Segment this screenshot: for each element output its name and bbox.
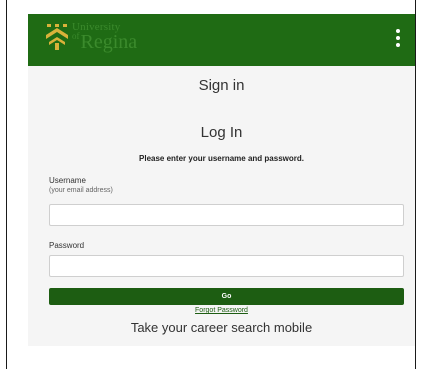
logo-line2: ofRegina: [72, 31, 138, 53]
logo-regina: Regina: [80, 31, 138, 53]
menu-dot: [396, 43, 400, 47]
login-title: Log In: [200, 124, 243, 141]
username-input[interactable]: [49, 204, 404, 226]
kebab-menu-icon[interactable]: [395, 29, 401, 49]
crest-icon: [46, 24, 68, 50]
signin-title: Sign in: [198, 77, 245, 94]
login-instructions: Please enter your username and password.: [139, 154, 304, 163]
go-button[interactable]: Go: [49, 288, 404, 305]
menu-dot: [396, 36, 400, 40]
username-label: Username: [49, 176, 86, 185]
password-label: Password: [49, 241, 85, 250]
login-panel: Sign in Log In Please enter your usernam…: [28, 66, 415, 346]
logo-of: of: [72, 31, 80, 41]
header-bar: University ofRegina: [28, 14, 415, 66]
app-frame: University ofRegina Sign in Log In Pleas…: [6, 0, 416, 369]
forgot-password-link[interactable]: Forgot Password: [28, 307, 415, 314]
career-tagline: Take your career search mobile: [130, 320, 313, 335]
university-logo: University ofRegina: [72, 22, 138, 53]
username-hint: (your email address): [49, 187, 113, 194]
password-input[interactable]: [49, 255, 404, 277]
menu-dot: [396, 29, 400, 33]
